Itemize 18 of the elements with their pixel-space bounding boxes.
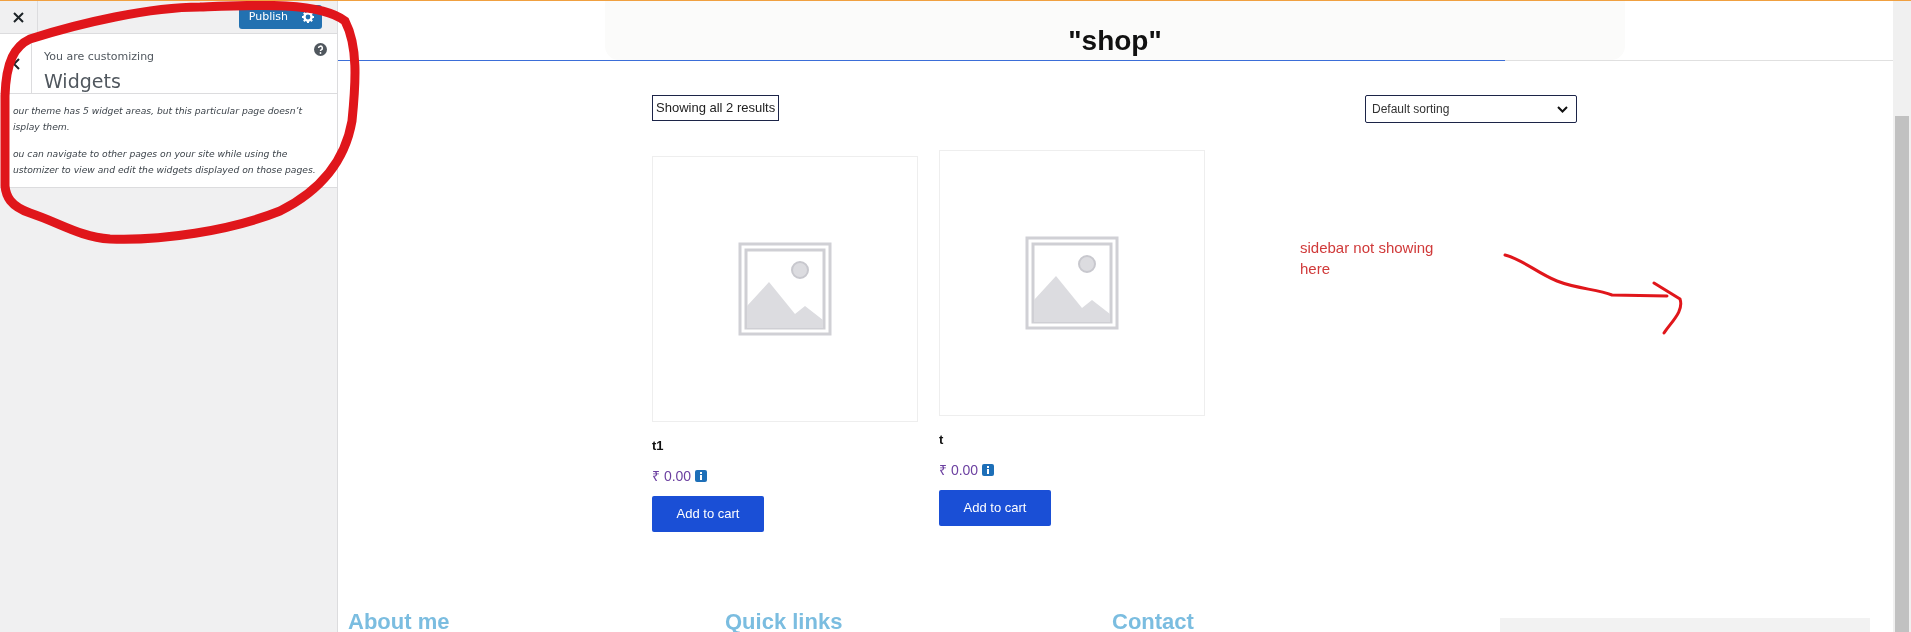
page-title: "shop" <box>1068 24 1162 58</box>
context-label: You are customizing <box>44 49 155 65</box>
notice-text: isplay them. <box>13 120 70 132</box>
add-to-cart-button[interactable]: Add to cart <box>652 495 764 532</box>
annotation-text: sidebar not showing here <box>1300 238 1435 279</box>
notice-text: ou can navigate to other pages on your site while using the <box>13 148 288 159</box>
result-count: Showing all 2 results <box>652 95 780 121</box>
sorting-select[interactable]: Default sorting <box>1365 95 1577 123</box>
footer-heading: About me <box>348 612 451 632</box>
notice-text: our theme has 5 widget areas, but this particular page doesn’t <box>13 105 302 116</box>
product-name: t1 <box>652 437 665 455</box>
product-name: t <box>939 431 945 449</box>
product-price: ₹ 0.00 <box>652 466 692 486</box>
footer-heading: Contact <box>1112 612 1195 632</box>
add-to-cart-button[interactable]: Add to cart <box>939 489 1051 526</box>
product-price: ₹ 0.00 <box>939 460 979 480</box>
section-title: Widgets <box>44 69 122 94</box>
notice-text: ustomizer to view and edit the widgets displayed on those pages. <box>13 163 316 175</box>
